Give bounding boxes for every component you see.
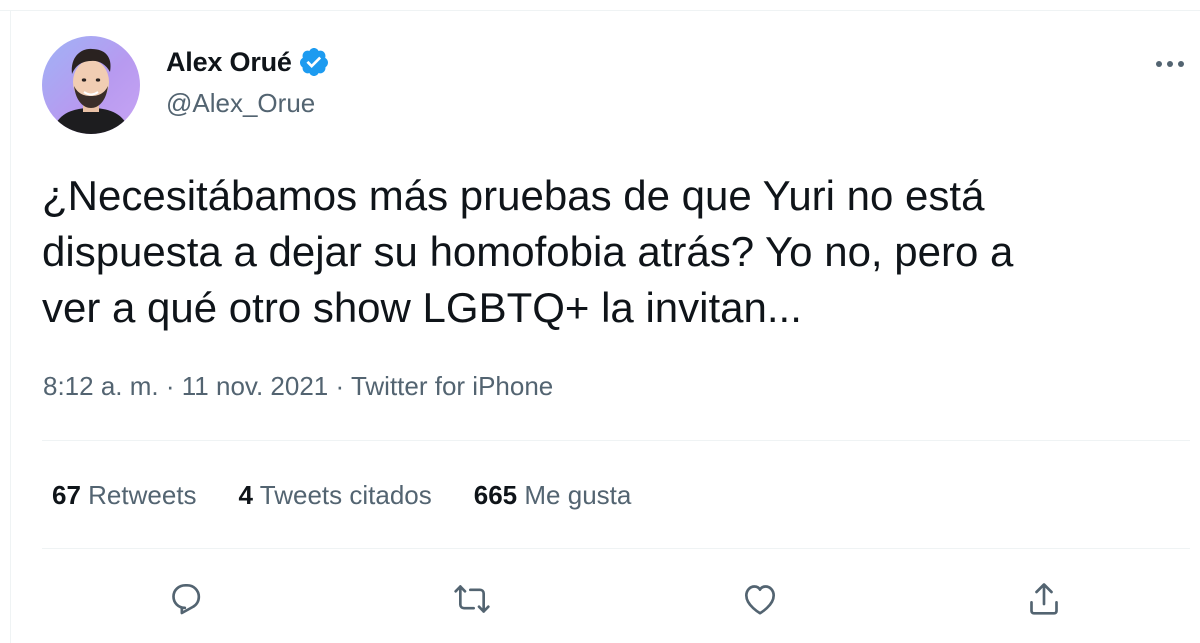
- reply-button[interactable]: [164, 577, 208, 621]
- reply-icon: [172, 584, 201, 615]
- retweet-icon: [454, 585, 490, 613]
- tweet-actions: [0, 573, 1200, 629]
- tweet-time[interactable]: 8:12 a. m.: [43, 371, 159, 401]
- tweet-meta: 8:12 a. m. · 11 nov. 2021 · Twitter for …: [43, 371, 553, 402]
- more-options-icon: [1156, 61, 1184, 67]
- like-button[interactable]: [738, 577, 782, 621]
- frame-left-border: [10, 10, 11, 643]
- tweet-stats: 67 Retweets 4 Tweets citados 665 Me gust…: [52, 480, 673, 511]
- retweet-button[interactable]: [450, 577, 494, 621]
- meta-separator: ·: [335, 371, 345, 401]
- author-name[interactable]: Alex Orué: [166, 47, 292, 78]
- author-name-row[interactable]: Alex Orué: [166, 46, 330, 78]
- meta-separator: ·: [165, 371, 175, 401]
- tweet-text-line: dispuesta a dejar su homofobia atrás? Yo…: [42, 228, 1014, 275]
- retweets-stat[interactable]: 67 Retweets: [52, 480, 197, 511]
- author-handle[interactable]: @Alex_Orue: [166, 88, 315, 119]
- divider: [42, 548, 1190, 549]
- more-options-button[interactable]: [1150, 50, 1190, 78]
- likes-count: 665: [473, 480, 518, 510]
- verified-badge-icon: [299, 48, 328, 76]
- tweet-text: ¿Necesitábamos más pruebas de que Yuri n…: [42, 168, 1172, 336]
- avatar[interactable]: [42, 36, 140, 134]
- tweet-text-line: ¿Necesitábamos más pruebas de que Yuri n…: [42, 172, 985, 219]
- retweets-count: 67: [52, 480, 81, 510]
- share-icon: [1030, 583, 1058, 615]
- tweet-source[interactable]: Twitter for iPhone: [351, 371, 553, 401]
- share-button[interactable]: [1022, 577, 1066, 621]
- quotes-count: 4: [238, 480, 254, 510]
- likes-stat[interactable]: 665 Me gusta: [474, 480, 632, 511]
- tweet-date[interactable]: 11 nov. 2021: [182, 371, 329, 401]
- tweet-text-line: ver a qué otro show LGBTQ+ la invitan...: [42, 284, 802, 331]
- frame-top-border: [0, 10, 1200, 11]
- quotes-stat[interactable]: 4 Tweets citados: [239, 480, 432, 511]
- like-icon: [745, 585, 775, 615]
- quotes-label: Tweets citados: [259, 480, 432, 510]
- avatar-photo: [52, 48, 130, 134]
- divider: [42, 440, 1190, 441]
- retweets-label: Retweets: [88, 480, 197, 510]
- likes-label: Me gusta: [524, 480, 632, 510]
